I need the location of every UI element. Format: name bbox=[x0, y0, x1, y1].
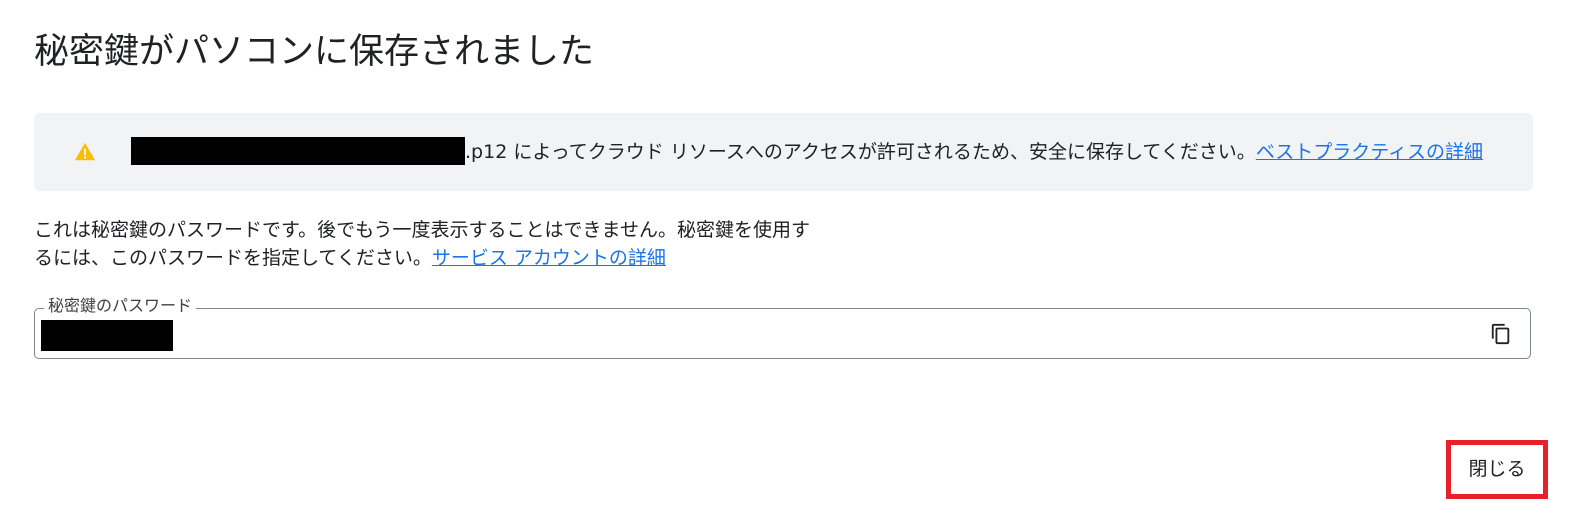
warning-message: .p12 によってクラウド リソースへのアクセスが許可されるため、安全に保存して… bbox=[465, 139, 1483, 165]
close-button-highlight: 閉じる bbox=[1446, 440, 1548, 499]
redacted-password bbox=[41, 320, 173, 351]
page-title: 秘密鍵がパソコンに保存されました bbox=[34, 32, 595, 72]
warning-message-text: .p12 によってクラウド リソースへのアクセスが許可されるため、安全に保存して… bbox=[465, 141, 1256, 163]
password-field-label: 秘密鍵のパスワード bbox=[44, 295, 197, 317]
service-account-link[interactable]: サービス アカウントの詳細 bbox=[432, 247, 666, 269]
description: これは秘密鍵のパスワードです。後でもう一度表示することはできません。秘密鍵を使用… bbox=[34, 216, 814, 272]
password-field[interactable]: 秘密鍵のパスワード bbox=[34, 295, 1531, 359]
copy-icon[interactable] bbox=[1490, 323, 1512, 345]
warning-banner: .p12 によってクラウド リソースへのアクセスが許可されるため、安全に保存して… bbox=[34, 113, 1533, 191]
description-text: これは秘密鍵のパスワードです。後でもう一度表示することはできません。秘密鍵を使用… bbox=[34, 219, 810, 269]
warning-icon bbox=[74, 141, 96, 163]
close-button[interactable]: 閉じる bbox=[1457, 451, 1537, 488]
best-practices-link[interactable]: ベストプラクティスの詳細 bbox=[1256, 141, 1483, 163]
redacted-filename bbox=[131, 137, 465, 165]
